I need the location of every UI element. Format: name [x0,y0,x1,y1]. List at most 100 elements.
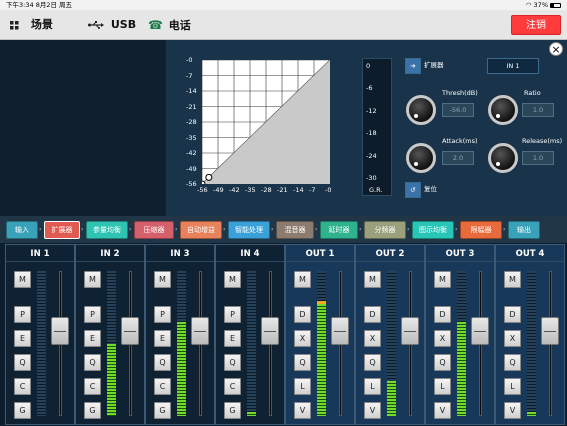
chain-button[interactable]: 限幅器 [460,221,502,239]
strip-button-x[interactable]: X [504,330,521,347]
strip-button-c[interactable]: C [14,378,31,395]
strip-button-l[interactable]: L [504,378,521,395]
strip-button-m[interactable]: M [434,271,451,288]
strip-button-p[interactable]: P [14,306,31,323]
release-label: Release(ms) [522,137,563,145]
strip-button-m[interactable]: M [14,271,31,288]
attack-knob[interactable] [406,143,436,173]
strip-button-q[interactable]: Q [504,354,521,371]
strip-button-v[interactable]: V [434,402,451,419]
strip-button-c[interactable]: C [154,378,171,395]
strip-button-d[interactable]: D [364,306,381,323]
strip-button-q[interactable]: Q [154,354,171,371]
reset-label[interactable]: 复位 [424,182,454,198]
strip-button-c[interactable]: C [224,378,241,395]
chain-button[interactable]: 延时器 [320,221,358,239]
ratio-knob[interactable] [488,95,518,125]
strip-button-x[interactable]: X [434,330,451,347]
reset-icon[interactable]: ↺ [405,182,421,198]
y-tick-label: -49 [186,164,197,173]
strip-button-g[interactable]: G [14,402,31,419]
chain-button[interactable]: 图示均衡 [412,221,454,239]
chain-button[interactable]: 输入 [6,221,38,239]
strip-button-g[interactable]: G [154,402,171,419]
release-knob[interactable] [488,143,518,173]
strip-button-l[interactable]: L [364,378,381,395]
curve-point[interactable] [205,173,213,181]
strip-button-m[interactable]: M [294,271,311,288]
strip-button-q[interactable]: Q [364,354,381,371]
strip-button-m[interactable]: M [154,271,171,288]
logout-button[interactable]: 注销 [511,15,561,35]
strip-button-q[interactable]: Q [14,354,31,371]
strip-button-d[interactable]: D [434,306,451,323]
strip-button-p[interactable]: P [84,306,101,323]
strip-button-d[interactable]: D [504,306,521,323]
chain-button[interactable]: 扩展器 [44,221,80,239]
strip-button-m[interactable]: M [224,271,241,288]
fader-handle[interactable] [541,317,559,345]
chain-arrow-icon: › [129,226,132,233]
attack-value[interactable]: 2.0 [442,151,474,165]
thresh-value[interactable]: -56.0 [442,103,474,117]
scene-button[interactable]: 场景 [10,10,53,40]
chain-button[interactable]: 输出 [508,221,540,239]
strip-button-e[interactable]: E [224,330,241,347]
channel-select[interactable]: IN 1 [487,58,539,74]
strip-button-g[interactable]: G [224,402,241,419]
left-panel [0,40,166,216]
strip-button-g[interactable]: G [84,402,101,419]
strip-button-v[interactable]: V [504,402,521,419]
chain-button[interactable]: 参量均衡 [86,221,128,239]
release-value[interactable]: 1.0 [522,151,554,165]
thresh-knob[interactable] [406,95,436,125]
strip-button-m[interactable]: M [84,271,101,288]
close-icon[interactable]: × [549,42,563,56]
strip-button-p[interactable]: P [224,306,241,323]
strip-button-c[interactable]: C [84,378,101,395]
level-meter-fill [247,411,256,416]
strip-button-q[interactable]: Q [224,354,241,371]
strip-button-e[interactable]: E [14,330,31,347]
strip-button-q[interactable]: Q [434,354,451,371]
strip-button-m[interactable]: M [504,271,521,288]
fader-handle[interactable] [471,317,489,345]
transfer-curve-graph[interactable] [202,60,330,184]
chain-button[interactable]: 压缩器 [134,221,174,239]
strip-button-m[interactable]: M [364,271,381,288]
strip-button-q[interactable]: Q [84,354,101,371]
chain-button[interactable]: 分频器 [364,221,406,239]
fader-handle[interactable] [331,317,349,345]
strip-button-d[interactable]: D [294,306,311,323]
fader-handle[interactable] [121,317,139,345]
arrow-right-icon[interactable]: ➔ [405,58,421,74]
chain-button[interactable]: 混音器 [276,221,314,239]
phone-button[interactable]: ☎ 电话 [148,10,191,40]
strip-button-q[interactable]: Q [294,354,311,371]
input-strip: IN 1 M PEQCG [5,244,75,425]
fader-handle[interactable] [51,317,69,345]
level-meter [387,271,396,416]
usb-icon [88,21,104,29]
strip-button-x[interactable]: X [364,330,381,347]
strip-button-l[interactable]: L [434,378,451,395]
strip-button-v[interactable]: V [294,402,311,419]
strip-button-e[interactable]: E [154,330,171,347]
level-meter [457,271,466,416]
usb-button[interactable]: USB [88,10,136,40]
chain-arrow-icon: › [271,226,274,233]
y-tick-label: -7 [186,71,193,80]
strip-button-v[interactable]: V [364,402,381,419]
strip-button-p[interactable]: P [154,306,171,323]
fader-handle[interactable] [191,317,209,345]
fader-handle[interactable] [261,317,279,345]
strip-button-x[interactable]: X [294,330,311,347]
strip-button-l[interactable]: L [294,378,311,395]
fader-handle[interactable] [401,317,419,345]
output-strip: OUT 2 M DXQLV [355,244,425,425]
ratio-value[interactable]: 1.0 [522,103,554,117]
phone-icon: ☎ [148,18,163,32]
chain-button[interactable]: 智能处理 [228,221,270,239]
chain-button[interactable]: 自动增益 [180,221,222,239]
strip-button-e[interactable]: E [84,330,101,347]
